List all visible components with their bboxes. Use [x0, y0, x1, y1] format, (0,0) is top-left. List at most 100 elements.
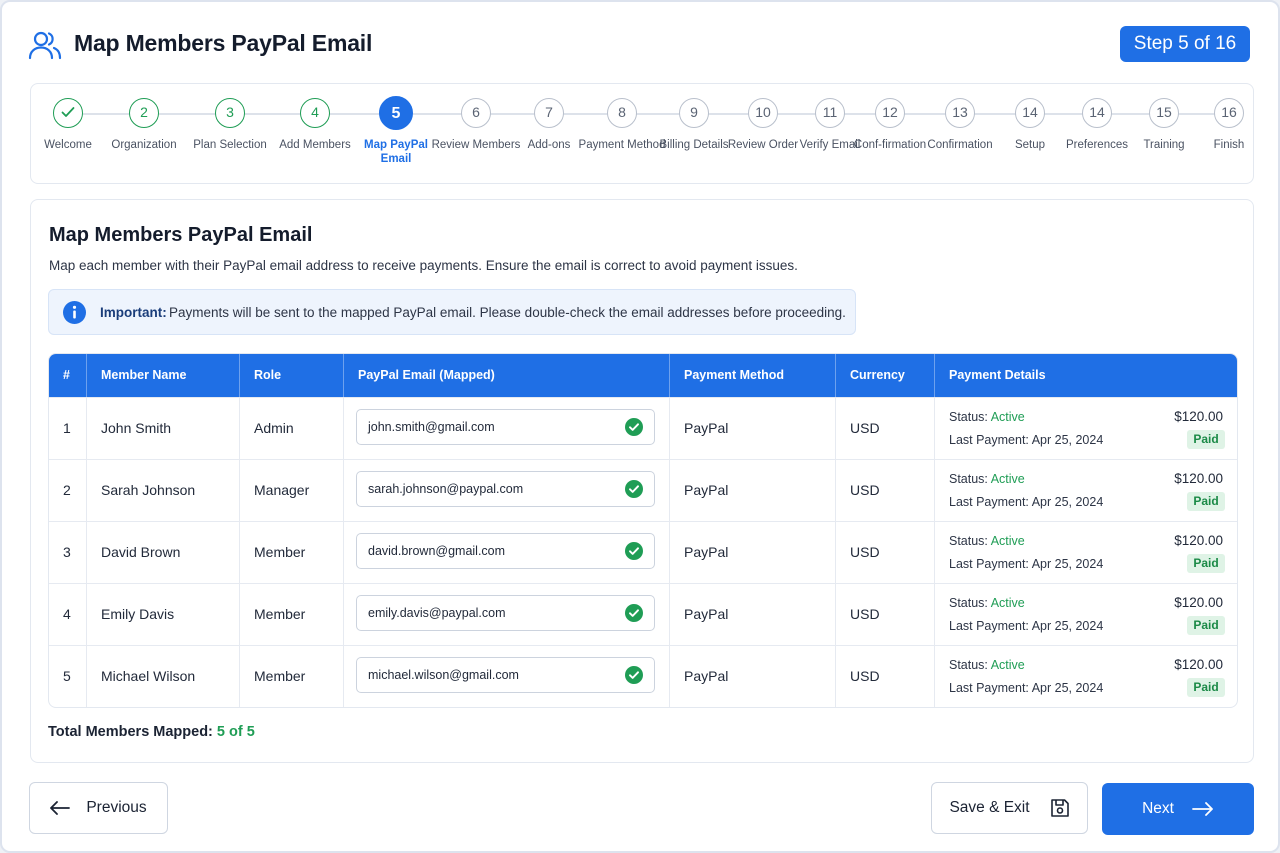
- payment-method: PayPal: [670, 398, 836, 460]
- status-value: Active: [990, 658, 1025, 672]
- payment-method: PayPal: [670, 646, 836, 707]
- email-cell: emily.davis@paypal.com: [344, 584, 670, 646]
- row-number: 4: [49, 584, 87, 646]
- email-cell: david.brown@gmail.com: [344, 522, 670, 584]
- payment-status: Status: Active: [949, 596, 1025, 610]
- col-header-role: Role: [240, 354, 344, 397]
- email-value: david.brown@gmail.com: [368, 544, 506, 558]
- step-label: Finish: [1213, 139, 1245, 151]
- step-label: Plan Selection: [193, 139, 267, 151]
- last-payment-date: Apr 25, 2024: [1031, 433, 1104, 447]
- step-circle: 14: [1015, 98, 1045, 128]
- users-icon: [28, 31, 62, 60]
- col-header-payment-method: Payment Method: [670, 354, 836, 397]
- last-payment-date: Apr 25, 2024: [1031, 619, 1104, 633]
- progress-stepper: Welcome 2 Organization 3 Plan Selection 4 Add …: [30, 83, 1254, 184]
- table-row: 3 David Brown Member david.brown@gmail.com P…: [49, 521, 1237, 584]
- last-payment: Last Payment: Apr 25, 2024: [949, 557, 1103, 571]
- table-row: 5 Michael Wilson Member michael.wilson@gmai…: [49, 645, 1237, 707]
- info-icon: [63, 301, 86, 324]
- col-header-payment-details: Payment Details: [949, 368, 1046, 382]
- step-circle: 14: [1082, 98, 1112, 128]
- step-5: 5 Map PayPal Email: [351, 96, 441, 166]
- payment-amount: $120.00: [1174, 533, 1223, 548]
- payment-status: Status: Active: [949, 534, 1025, 548]
- previous-button[interactable]: Previous: [29, 782, 168, 834]
- payment-details-cell: Status: Active Last Payment: Apr 25, 2024…: [935, 398, 1237, 460]
- last-payment: Last Payment: Apr 25, 2024: [949, 495, 1103, 509]
- paypal-email-input[interactable]: michael.wilson@gmail.com: [356, 657, 655, 693]
- paypal-email-input[interactable]: sarah.johnson@paypal.com: [356, 471, 655, 507]
- status-value: Active: [990, 534, 1025, 548]
- member-name: Emily Davis: [87, 584, 240, 646]
- next-button[interactable]: Next: [1102, 783, 1254, 835]
- step-circle: 8: [607, 98, 637, 128]
- payment-amount: $120.00: [1174, 595, 1223, 610]
- payment-amount: $120.00: [1174, 657, 1223, 672]
- email-cell: john.smith@gmail.com: [344, 398, 670, 460]
- check-circle-icon: [625, 480, 643, 498]
- member-role: Admin: [240, 398, 344, 460]
- last-payment: Last Payment: Apr 25, 2024: [949, 681, 1103, 695]
- currency: USD: [836, 646, 935, 707]
- last-payment-label: Last Payment:: [949, 557, 1029, 571]
- row-number: 5: [49, 646, 87, 707]
- currency: USD: [836, 522, 935, 584]
- step-circle: 5: [379, 96, 413, 130]
- step-circle: 4: [300, 98, 330, 128]
- arrow-left-icon: [50, 801, 71, 815]
- status-value: Active: [990, 472, 1025, 486]
- paypal-email-input[interactable]: emily.davis@paypal.com: [356, 595, 655, 631]
- total-label: Total Members Mapped:: [48, 724, 213, 740]
- email-cell: sarah.johnson@paypal.com: [344, 460, 670, 522]
- row-number: 1: [49, 398, 87, 460]
- last-payment-date: Apr 25, 2024: [1031, 557, 1104, 571]
- step-4: 4 Add Members: [270, 98, 360, 152]
- col-header-number: #: [49, 354, 87, 397]
- total-value: 5 of 5: [216, 724, 255, 740]
- email-value: sarah.johnson@paypal.com: [368, 482, 524, 496]
- member-role: Member: [240, 646, 344, 707]
- check-circle-icon: [625, 604, 643, 622]
- row-number: 3: [49, 522, 87, 584]
- paypal-email-input[interactable]: john.smith@gmail.com: [356, 409, 655, 445]
- payment-status: Status: Active: [949, 472, 1025, 486]
- status-label: Status:: [949, 410, 988, 424]
- step-circle: 13: [945, 98, 975, 128]
- step-badge: Step 5 of 16: [1120, 26, 1250, 62]
- member-role: Member: [240, 522, 344, 584]
- payment-status: Status: Active: [949, 410, 1025, 424]
- payment-amount: $120.00: [1174, 409, 1223, 424]
- save-exit-button[interactable]: Save & Exit: [931, 782, 1088, 834]
- paid-badge: Paid: [1187, 616, 1225, 635]
- notice-label: Important:: [100, 305, 167, 320]
- step-2: 2 Organization: [99, 98, 189, 152]
- page-header: Map Members PayPal Email Step 5 of 16: [28, 24, 1250, 66]
- last-payment-label: Last Payment:: [949, 619, 1029, 633]
- currency: USD: [836, 398, 935, 460]
- row-number: 2: [49, 460, 87, 522]
- step-label: Map PayPal Email: [364, 139, 428, 165]
- save-icon: [1050, 799, 1069, 817]
- save-exit-label: Save & Exit: [949, 799, 1030, 816]
- email-value: michael.wilson@gmail.com: [368, 668, 519, 682]
- step-circle: 12: [875, 98, 905, 128]
- member-name: Michael Wilson: [87, 646, 240, 707]
- status-label: Status:: [949, 658, 988, 672]
- step-3: 3 Plan Selection: [185, 98, 275, 152]
- total-members-mapped: Total Members Mapped: 5 of 5: [48, 724, 255, 740]
- member-role: Member: [240, 584, 344, 646]
- currency: USD: [836, 460, 935, 522]
- paypal-email-input[interactable]: david.brown@gmail.com: [356, 533, 655, 569]
- previous-label: Previous: [86, 799, 147, 816]
- card-description: Map each member with their PayPal email …: [49, 258, 798, 273]
- step-circle: 7: [534, 98, 564, 128]
- member-role: Manager: [240, 460, 344, 522]
- last-payment-label: Last Payment:: [949, 681, 1029, 695]
- step-circle: 10: [748, 98, 778, 128]
- last-payment: Last Payment: Apr 25, 2024: [949, 433, 1103, 447]
- table-row: 4 Emily Davis Member emily.davis@paypal.com…: [49, 583, 1237, 646]
- important-notice: Important: Payments will be sent to the …: [48, 289, 856, 335]
- notice-text: Payments will be sent to the mapped PayP…: [169, 305, 846, 320]
- last-payment-label: Last Payment:: [949, 495, 1029, 509]
